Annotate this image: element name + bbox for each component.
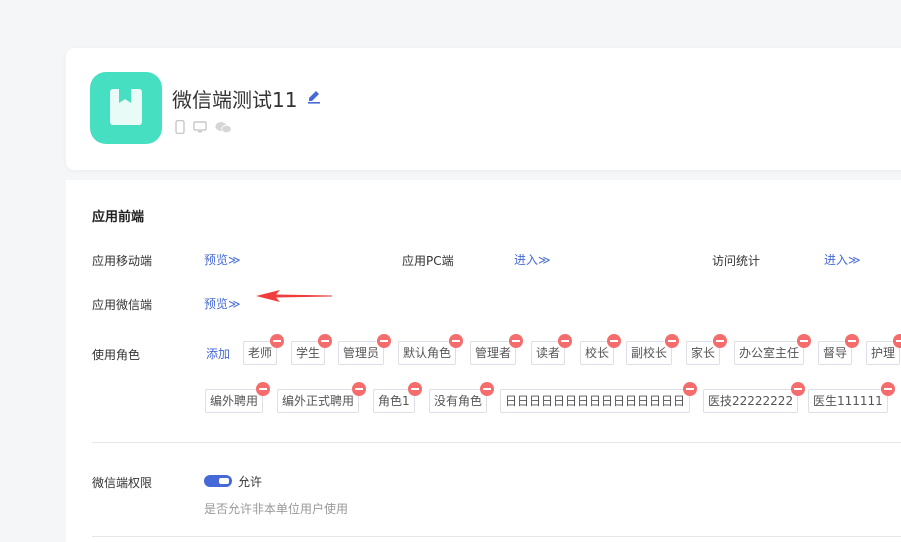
remove-icon[interactable]	[509, 334, 524, 348]
remove-icon[interactable]	[713, 334, 728, 348]
pc-label: 应用PC端	[402, 254, 454, 268]
book-icon	[110, 89, 142, 125]
role-tag-label: 日日日日日日日日日日日日日日日	[505, 394, 686, 408]
allow-toggle-label: 允许	[238, 475, 263, 489]
remove-icon[interactable]	[480, 382, 495, 396]
role-tag-label: 角色1	[378, 394, 410, 408]
role-tag[interactable]: 家长	[686, 334, 728, 365]
mobile-icon	[175, 120, 185, 134]
role-tag[interactable]: 校长	[580, 334, 622, 365]
roles-label: 使用角色	[92, 348, 141, 362]
remove-icon[interactable]	[318, 334, 333, 348]
stats-label: 访问统计	[712, 254, 761, 268]
section-title: 应用前端	[92, 210, 145, 225]
role-tag-label: 编外聘用	[210, 394, 259, 408]
section-divider	[92, 536, 901, 537]
platform-icons	[175, 120, 232, 134]
role-tag-label: 编外正式聘用	[282, 394, 355, 408]
role-tag-label: 医技22222222	[708, 394, 794, 408]
role-tag-label: 默认角色	[403, 346, 452, 360]
role-tag-label: 校长	[585, 346, 610, 360]
app-logo	[90, 72, 162, 144]
remove-icon[interactable]	[845, 334, 860, 348]
role-tag-label: 管理员	[343, 346, 380, 360]
role-tag-label: 管理者	[475, 346, 512, 360]
pc-enter-link[interactable]: 进入≫	[514, 251, 551, 268]
app-title: 微信端测试11	[172, 88, 298, 112]
wechat-label: 应用微信端	[92, 298, 153, 312]
role-tag[interactable]: 护理	[866, 334, 901, 365]
wechat-preview-link[interactable]: 预览≫	[204, 295, 241, 312]
role-tag[interactable]: 管理者	[470, 334, 524, 365]
role-tag-label: 副校长	[631, 346, 668, 360]
role-tag[interactable]: 学生	[291, 334, 333, 365]
role-tag[interactable]: 医技22222222	[703, 382, 806, 413]
role-tag-label: 家长	[691, 346, 716, 360]
remove-icon[interactable]	[683, 382, 698, 396]
pc-icon	[193, 120, 207, 132]
remove-icon[interactable]	[270, 334, 285, 348]
remove-icon[interactable]	[665, 334, 680, 348]
role-tag-label: 学生	[296, 346, 321, 360]
remove-icon[interactable]	[893, 334, 901, 348]
remove-icon[interactable]	[558, 334, 573, 348]
section-divider	[92, 442, 901, 443]
role-tag[interactable]: 编外正式聘用	[277, 382, 367, 413]
remove-icon[interactable]	[791, 382, 806, 396]
role-tag[interactable]: 没有角色	[429, 382, 495, 413]
role-tag[interactable]: 读者	[531, 334, 573, 365]
role-tag-label: 老师	[248, 346, 273, 360]
permission-hint: 是否允许非本单位用户使用	[204, 502, 349, 516]
role-tag[interactable]: 日日日日日日日日日日日日日日日	[500, 382, 698, 413]
mobile-preview-link[interactable]: 预览≫	[204, 251, 241, 268]
role-tag-label: 没有角色	[434, 394, 483, 408]
wechat-permission-label: 微信端权限	[92, 476, 153, 490]
role-tag[interactable]: 副校长	[626, 334, 680, 365]
role-tag-label: 办公室主任	[739, 346, 800, 360]
role-tag[interactable]: 管理员	[338, 334, 392, 365]
role-tag[interactable]: 默认角色	[398, 334, 464, 365]
role-tag[interactable]: 编外聘用	[205, 382, 271, 413]
role-tag-label: 督导	[823, 346, 848, 360]
role-tag[interactable]: 角色1	[373, 382, 422, 413]
app-header-card: 微信端测试11	[66, 48, 901, 170]
role-tag[interactable]: 医生111111	[808, 382, 895, 413]
remove-icon[interactable]	[352, 382, 367, 396]
role-tag[interactable]: 督导	[818, 334, 860, 365]
stats-enter-link[interactable]: 进入≫	[824, 251, 861, 268]
remove-icon[interactable]	[797, 334, 812, 348]
role-tag[interactable]: 老师	[243, 334, 285, 365]
red-arrow-annotation	[256, 290, 332, 302]
remove-icon[interactable]	[256, 382, 271, 396]
remove-icon[interactable]	[407, 382, 422, 396]
mobile-label: 应用移动端	[92, 254, 153, 268]
edit-icon[interactable]	[306, 88, 322, 104]
wechat-icon	[215, 121, 232, 133]
allow-toggle[interactable]	[204, 475, 232, 487]
remove-icon[interactable]	[377, 334, 392, 348]
role-tag-label: 读者	[536, 346, 561, 360]
remove-icon[interactable]	[449, 334, 464, 348]
role-tag-label: 医生111111	[813, 394, 883, 408]
remove-icon[interactable]	[607, 334, 622, 348]
add-role-link[interactable]: 添加	[206, 345, 230, 362]
role-tag-label: 护理	[871, 346, 896, 360]
role-tag[interactable]: 办公室主任	[734, 334, 812, 365]
remove-icon[interactable]	[880, 382, 895, 396]
content-panel: 应用前端 应用移动端 预览≫ 应用PC端 进入≫ 访问统计 进入≫ 应用微信端 …	[66, 180, 901, 542]
